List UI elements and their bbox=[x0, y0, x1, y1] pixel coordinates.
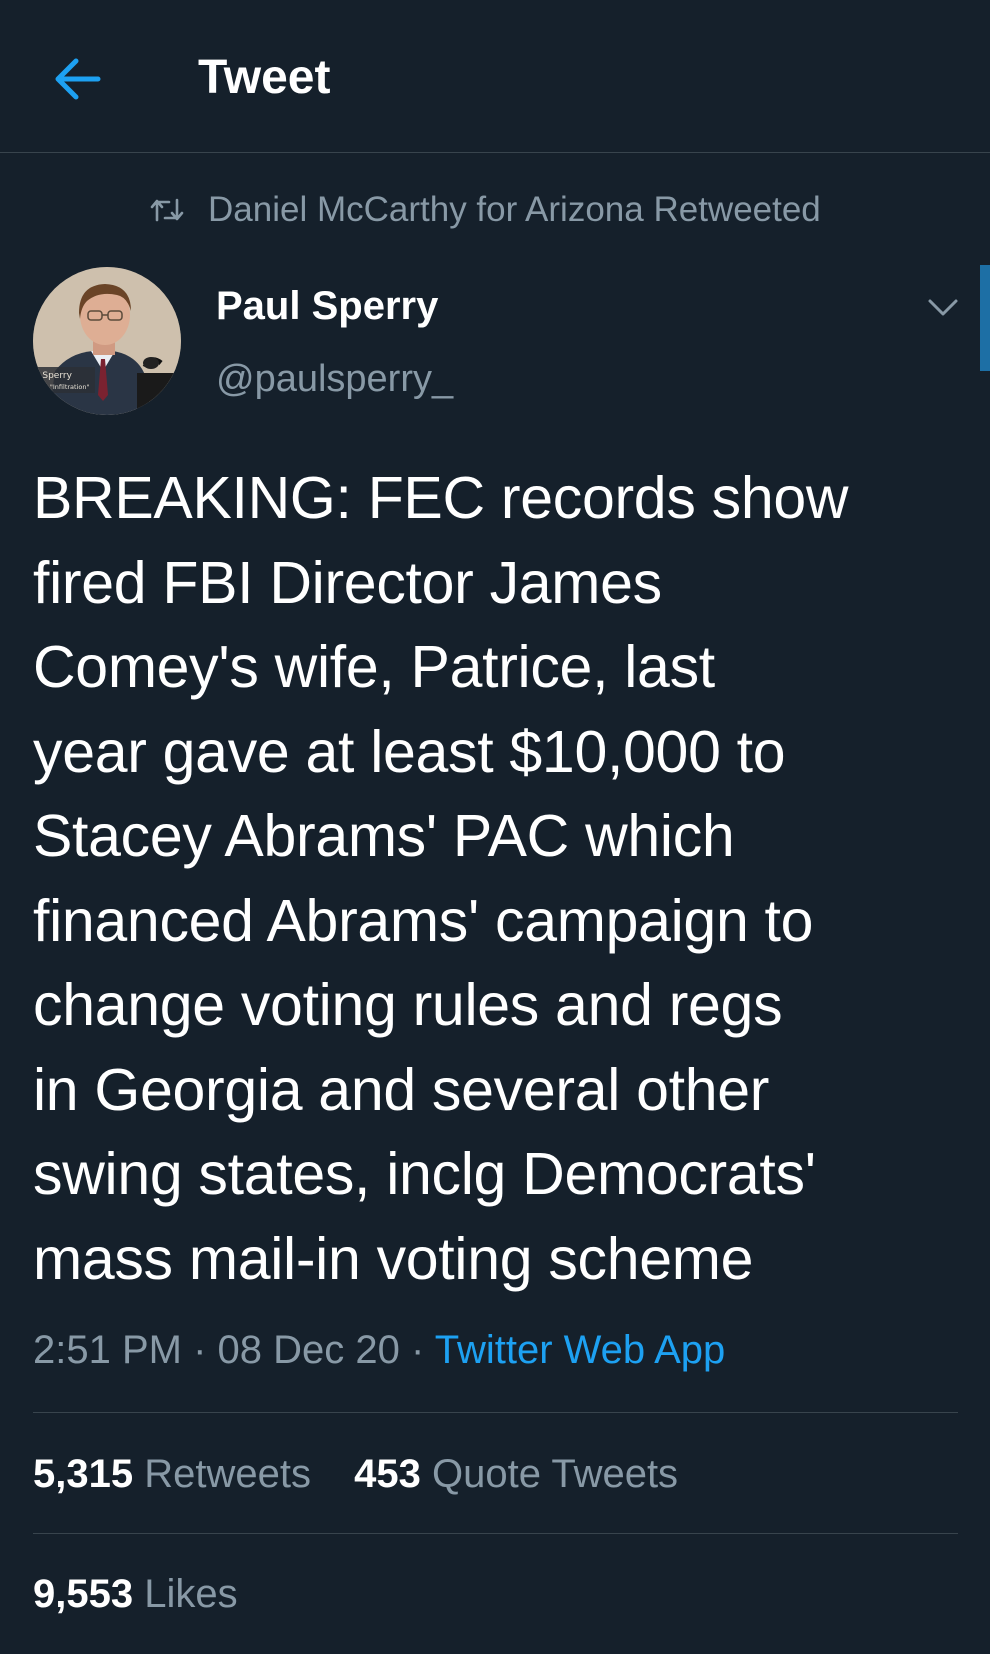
retweet-context[interactable]: Daniel McCarthy for Arizona Retweeted bbox=[150, 188, 821, 232]
tweet-text-line: in Georgia and several other bbox=[33, 1056, 770, 1123]
tweet-text-line: Comey's wife, Patrice, last bbox=[33, 634, 715, 700]
tweet-text-line: year gave at least $10,000 to bbox=[33, 718, 786, 785]
likes-label: Likes bbox=[144, 1572, 238, 1616]
author-display-name[interactable]: Paul Sperry bbox=[216, 282, 438, 330]
top-app-bar: Tweet bbox=[0, 0, 990, 153]
retweets-stat[interactable]: 5,315 Retweets bbox=[33, 1452, 311, 1496]
avatar[interactable]: l Sperry hor, "Infiltration" bbox=[33, 267, 181, 415]
engagement-stats: 5,315 Retweets 453 Quote Tweets bbox=[33, 1446, 710, 1502]
arrow-left-icon bbox=[55, 58, 101, 100]
author-photo: l Sperry hor, "Infiltration" bbox=[33, 267, 181, 415]
tweet-text-line: change voting rules and regs bbox=[33, 972, 783, 1038]
page-title: Tweet bbox=[198, 51, 331, 104]
tweet-text-line: financed Abrams' campaign to bbox=[33, 887, 814, 954]
likes-count: 9,553 bbox=[33, 1572, 134, 1616]
divider bbox=[33, 1533, 958, 1534]
divider bbox=[33, 1412, 958, 1413]
tweet-text-line: mass mail-in voting scheme bbox=[33, 1225, 754, 1292]
tweet-source-link[interactable]: Twitter Web App bbox=[435, 1328, 726, 1372]
likes-stat[interactable]: 9,553 Likes bbox=[33, 1572, 238, 1616]
tweet-date[interactable]: 08 Dec 20 bbox=[218, 1328, 400, 1372]
likes-row: 9,553 Likes bbox=[33, 1566, 270, 1622]
tweet-text: BREAKING: FEC records show fired FBI Dir… bbox=[33, 456, 973, 1301]
tweet-time[interactable]: 2:51 PM bbox=[33, 1328, 182, 1372]
tweet-text-line: swing states, inclg Democrats' bbox=[33, 1141, 816, 1207]
chevron-down-icon bbox=[928, 299, 958, 316]
author-handle[interactable]: @paulsperry_ bbox=[216, 356, 453, 402]
retweet-context-text: Daniel McCarthy for Arizona Retweeted bbox=[208, 190, 821, 229]
quote-tweets-stat[interactable]: 453 Quote Tweets bbox=[354, 1452, 678, 1496]
quote-tweets-count: 453 bbox=[354, 1452, 421, 1496]
tweet-text-line: fired FBI Director James bbox=[33, 549, 662, 616]
avatar-caption-line-1: l Sperry bbox=[37, 371, 73, 381]
retweets-count: 5,315 bbox=[33, 1452, 134, 1496]
scroll-indicator bbox=[980, 265, 990, 371]
retweet-icon bbox=[150, 198, 184, 222]
meta-separator: · bbox=[193, 1328, 207, 1372]
meta-separator: · bbox=[411, 1328, 425, 1372]
quote-tweets-label: Quote Tweets bbox=[431, 1452, 679, 1496]
avatar-caption-line-2: hor, "Infiltration" bbox=[35, 383, 89, 391]
tweet-text-line: Stacey Abrams' PAC which bbox=[33, 803, 735, 869]
tweet-metadata: 2:51 PM · 08 Dec 20 · Twitter Web App bbox=[33, 1322, 725, 1378]
retweets-label: Retweets bbox=[144, 1452, 311, 1496]
back-button[interactable] bbox=[52, 56, 102, 102]
tweet-options-button[interactable] bbox=[924, 290, 962, 324]
tweet-text-line: BREAKING: FEC records show bbox=[33, 465, 849, 531]
